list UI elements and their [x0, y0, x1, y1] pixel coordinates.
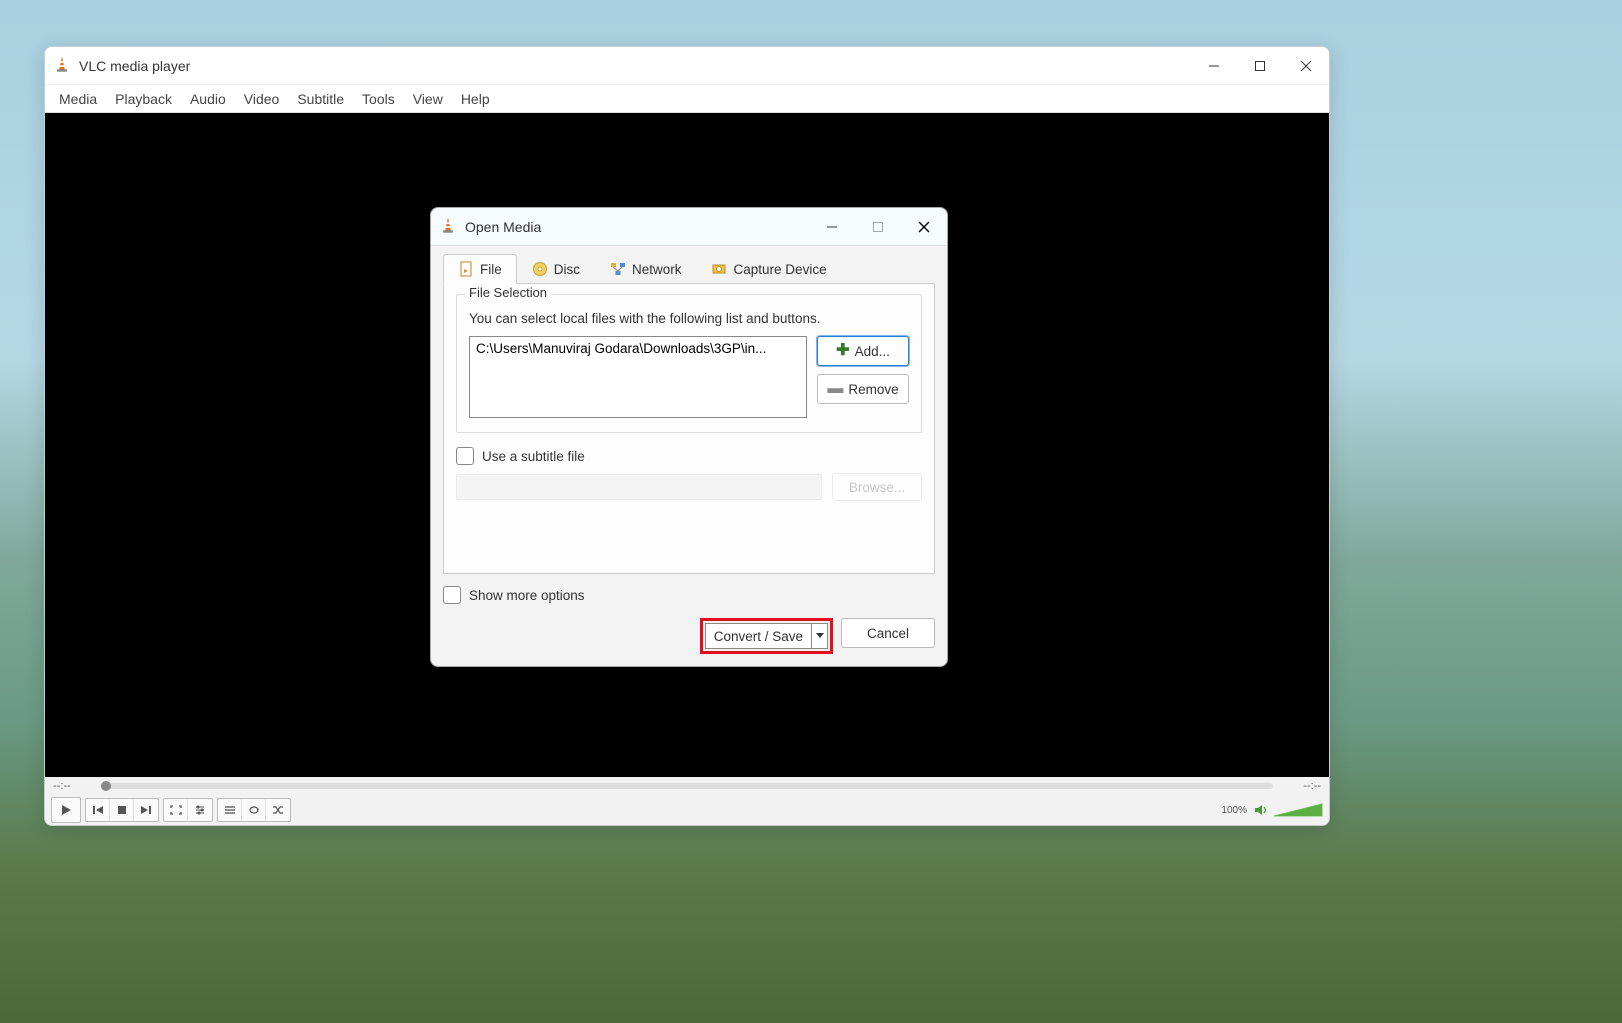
- tab-file[interactable]: File: [443, 254, 517, 284]
- subtitle-path-input: [456, 474, 822, 500]
- menu-tools[interactable]: Tools: [354, 89, 403, 109]
- vlc-cone-icon: [53, 57, 71, 75]
- tab-capture-label: Capture Device: [734, 262, 827, 277]
- remove-button[interactable]: ▬ Remove: [817, 374, 909, 404]
- tab-disc[interactable]: Disc: [517, 254, 595, 283]
- volume-percent: 100%: [1221, 805, 1247, 816]
- speaker-icon[interactable]: [1253, 803, 1269, 817]
- file-icon: [458, 261, 474, 277]
- file-selection-legend: File Selection: [465, 285, 551, 300]
- close-button[interactable]: [1283, 47, 1329, 85]
- browse-button-label: Browse...: [849, 480, 905, 495]
- menu-audio[interactable]: Audio: [182, 89, 234, 109]
- show-more-label: Show more options: [469, 588, 585, 603]
- total-time: --:--: [1281, 780, 1321, 792]
- menu-video[interactable]: Video: [236, 89, 288, 109]
- tab-disc-label: Disc: [554, 262, 580, 277]
- tab-file-label: File: [480, 262, 502, 277]
- fullscreen-button[interactable]: [164, 799, 188, 821]
- stop-button[interactable]: [110, 799, 134, 821]
- tab-content: File Selection You can select local file…: [443, 283, 935, 574]
- tab-network-label: Network: [632, 262, 682, 277]
- tab-capture[interactable]: Capture Device: [697, 254, 842, 283]
- dialog-window-controls: [809, 209, 947, 245]
- cancel-button-label: Cancel: [867, 626, 909, 641]
- dialog-maximize-button[interactable]: [855, 209, 901, 245]
- volume-area: 100%: [1221, 802, 1323, 818]
- show-more-checkbox[interactable]: [443, 586, 461, 604]
- menu-playback[interactable]: Playback: [107, 89, 180, 109]
- vlc-cone-icon: [439, 218, 457, 236]
- menu-view[interactable]: View: [405, 89, 451, 109]
- dialog-bottom: Show more options Convert / Save Cancel: [431, 582, 947, 666]
- dropdown-caret-icon[interactable]: [811, 624, 827, 648]
- file-list[interactable]: C:\Users\Manuviraj Godara\Downloads\3GP\…: [469, 336, 807, 418]
- file-selection-hint: You can select local files with the foll…: [469, 311, 909, 326]
- disc-icon: [532, 261, 548, 277]
- subtitle-checkbox-label: Use a subtitle file: [482, 449, 585, 464]
- file-list-item[interactable]: C:\Users\Manuviraj Godara\Downloads\3GP\…: [476, 341, 800, 356]
- network-icon: [610, 261, 626, 277]
- subtitle-checkbox[interactable]: [456, 447, 474, 465]
- volume-slider[interactable]: [1273, 802, 1323, 818]
- capture-icon: [712, 261, 728, 277]
- menubar: Media Playback Audio Video Subtitle Tool…: [45, 85, 1329, 113]
- convert-save-button[interactable]: Convert / Save: [705, 623, 828, 649]
- menu-help[interactable]: Help: [453, 89, 498, 109]
- dialog-minimize-button[interactable]: [809, 209, 855, 245]
- convert-save-label: Convert / Save: [706, 629, 811, 644]
- elapsed-time: --:--: [53, 780, 93, 792]
- seekbar[interactable]: [101, 783, 1273, 789]
- plus-icon: ✚: [836, 343, 849, 359]
- dialog-title: Open Media: [465, 219, 541, 235]
- dialog-titlebar: Open Media: [431, 208, 947, 246]
- shuffle-button[interactable]: [266, 799, 290, 821]
- minus-icon: ▬: [827, 381, 843, 397]
- remove-button-label: Remove: [848, 382, 898, 397]
- tabstrip: File Disc Network Capture Device: [431, 246, 947, 283]
- minimize-button[interactable]: [1191, 47, 1237, 85]
- file-selection-fieldset: File Selection You can select local file…: [456, 294, 922, 433]
- open-media-dialog: Open Media File Disc: [430, 207, 948, 667]
- playlist-button[interactable]: [218, 799, 242, 821]
- add-button[interactable]: ✚ Add...: [817, 336, 909, 366]
- add-button-label: Add...: [855, 344, 890, 359]
- convert-save-highlight: Convert / Save: [700, 618, 833, 654]
- browse-button: Browse...: [832, 473, 922, 501]
- ext-settings-button[interactable]: [188, 799, 212, 821]
- maximize-button[interactable]: [1237, 47, 1283, 85]
- controlbar: 100%: [45, 795, 1329, 825]
- cancel-button[interactable]: Cancel: [841, 618, 935, 648]
- menu-media[interactable]: Media: [51, 89, 105, 109]
- main-titlebar: VLC media player: [45, 47, 1329, 85]
- menu-subtitle[interactable]: Subtitle: [289, 89, 352, 109]
- main-window-controls: [1191, 47, 1329, 85]
- next-button[interactable]: [134, 799, 158, 821]
- prev-button[interactable]: [86, 799, 110, 821]
- main-title: VLC media player: [79, 58, 190, 74]
- statusbar: --:-- --:--: [45, 777, 1329, 795]
- loop-button[interactable]: [242, 799, 266, 821]
- tab-network[interactable]: Network: [595, 254, 697, 283]
- play-button[interactable]: [51, 797, 81, 823]
- dialog-close-button[interactable]: [901, 209, 947, 245]
